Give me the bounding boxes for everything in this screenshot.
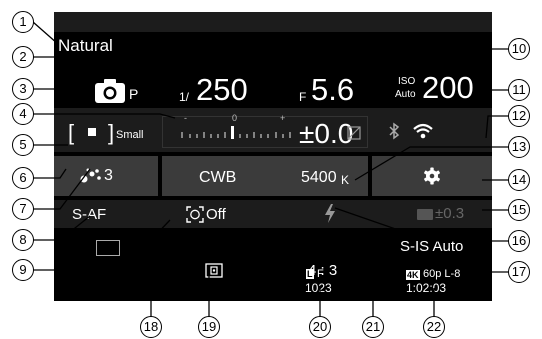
scale-plus: +	[280, 113, 286, 123]
aperture-value[interactable]: 5.6	[311, 72, 354, 108]
wb-cell[interactable]	[162, 156, 368, 196]
exposure-scale-icon	[181, 126, 291, 139]
size-grid-icon	[88, 128, 96, 136]
callout-3: 3	[12, 78, 34, 100]
callout-16: 16	[508, 230, 530, 252]
exposure-value: ±0.0	[299, 118, 354, 149]
iso-label: ISO	[398, 76, 416, 87]
bluetooth-icon	[389, 122, 400, 140]
callout-13: 13	[508, 136, 530, 158]
picture-style-icon	[80, 168, 101, 183]
wb-value: 5400	[301, 169, 337, 186]
stabilizer-value[interactable]: S-IS Auto	[400, 238, 463, 255]
focus-mode-value[interactable]: S-AF	[72, 206, 106, 223]
wb-unit: K	[341, 173, 350, 187]
shots-remaining: 1023	[305, 281, 332, 295]
video-time: 1:02:03	[406, 281, 447, 295]
callout-1: 1	[12, 11, 34, 33]
callout-20: 20	[309, 316, 331, 338]
callout-7: 7	[12, 198, 34, 220]
iso-value[interactable]: 200	[422, 70, 474, 106]
shutter-prefix: 1/	[179, 90, 190, 104]
camera-icon	[95, 79, 125, 103]
face-detect-icon	[186, 206, 204, 223]
callout-4: 4	[12, 103, 34, 125]
drive-mode-icon[interactable]	[96, 240, 120, 256]
callout-2: 2	[12, 46, 34, 68]
iso-auto-label: Auto	[395, 89, 416, 100]
bracketing-icon	[347, 126, 361, 140]
scale-minus: -	[184, 113, 187, 123]
flash-comp-icon	[417, 209, 433, 220]
callout-22: 22	[423, 316, 445, 338]
picture-style-value: 3	[104, 167, 113, 184]
mode-letter: P	[129, 86, 139, 102]
callout-17: 17	[508, 261, 530, 283]
callout-21: 21	[362, 316, 384, 338]
wb-label: CWB	[199, 169, 237, 186]
image-size-cell[interactable]: [ ] Small	[68, 120, 158, 148]
wifi-icon	[413, 123, 433, 139]
video-badge: 4K	[406, 270, 420, 280]
callout-19: 19	[198, 316, 220, 338]
super-control-panel: Natural P 1/ 250 F 5.6 ISO Auto 200 - 0 …	[54, 12, 492, 301]
shooting-mode[interactable]: P	[94, 74, 154, 104]
callout-6: 6	[12, 167, 34, 189]
metering-icon[interactable]	[205, 263, 223, 278]
flash-comp-value: ±0.3	[435, 205, 465, 222]
callout-18: 18	[140, 316, 162, 338]
top-strip	[54, 12, 492, 32]
callout-12: 12	[508, 105, 530, 127]
callout-15: 15	[508, 199, 530, 221]
callout-9: 9	[12, 259, 34, 281]
video-spec: 60p L-8	[423, 268, 461, 280]
quality-badge: L	[306, 269, 314, 279]
image-size-label: Small	[116, 129, 144, 141]
callout-5: 5	[12, 134, 34, 156]
shutter-value[interactable]: 250	[196, 72, 248, 108]
callout-11: 11	[508, 79, 530, 101]
gear-icon	[424, 167, 440, 185]
quality-label: F	[317, 268, 324, 280]
callout-8: 8	[12, 229, 34, 251]
row-picture-mode	[54, 32, 492, 68]
scale-zero: 0	[232, 113, 238, 123]
callout-14: 14	[508, 169, 530, 191]
aperture-prefix: F	[299, 90, 307, 104]
bracket-left-icon: [	[68, 120, 75, 145]
picture-mode-label[interactable]: Natural	[58, 36, 113, 56]
flash-icon	[325, 204, 335, 223]
face-priority-value[interactable]: Off	[206, 206, 226, 223]
callout-10: 10	[508, 38, 530, 60]
bracket-right-icon: ]	[108, 120, 115, 145]
